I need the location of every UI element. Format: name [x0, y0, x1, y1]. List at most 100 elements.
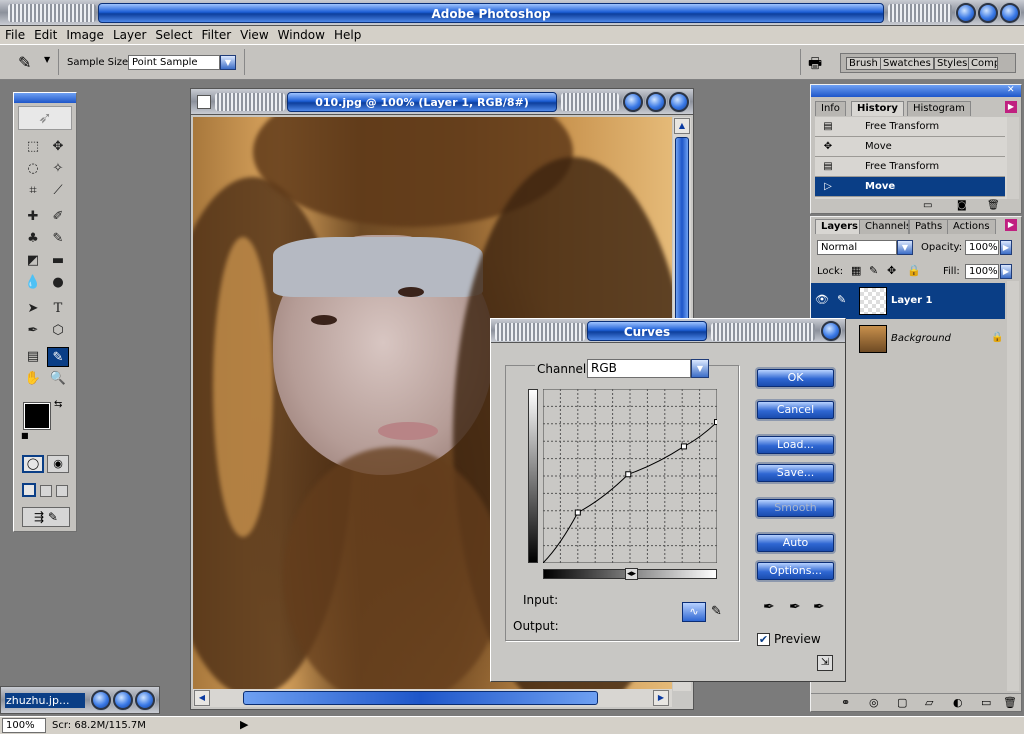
eyedropper-tool-active-icon[interactable]: ✎	[47, 347, 69, 367]
notes-tool-icon[interactable]: ▤	[22, 347, 44, 367]
lock-position-icon[interactable]: ✥	[887, 264, 896, 277]
pencil-mode-icon[interactable]: ✎	[711, 604, 722, 619]
lock-all-icon[interactable]: 🔒	[907, 264, 921, 277]
gray-point-eyedropper-icon[interactable]: ✒	[789, 599, 801, 615]
panel-menu-icon[interactable]: ▶	[1005, 101, 1017, 113]
ok-button[interactable]: OK	[757, 369, 834, 387]
blend-mode-dropdown-icon[interactable]: ▼	[897, 240, 913, 255]
curve-mode-icon[interactable]: ∿	[682, 602, 706, 622]
menu-file[interactable]: File	[0, 26, 29, 42]
options-button[interactable]: Options...	[757, 562, 834, 580]
minimize-button[interactable]	[956, 3, 976, 23]
zoom-tool-icon[interactable]: 🔍	[47, 369, 69, 389]
eyedropper-tool-icon[interactable]: ✎	[18, 53, 31, 72]
brush-tool-icon[interactable]: ✐	[47, 207, 69, 227]
swap-colors-icon[interactable]: ⇆	[54, 399, 62, 410]
opacity-slider-icon[interactable]: ▶	[1000, 240, 1012, 255]
tab-history[interactable]: History	[851, 101, 904, 116]
new-layer-icon[interactable]: ▭	[981, 696, 991, 709]
curves-graph[interactable]	[543, 389, 717, 563]
tab-info[interactable]: Info	[815, 101, 846, 116]
history-brush-icon[interactable]: ✎	[47, 229, 69, 249]
hand-tool-icon[interactable]: ✋	[22, 369, 44, 389]
lasso-tool-icon[interactable]: ◌	[22, 159, 44, 179]
tab-channels[interactable]: Channels	[859, 219, 909, 234]
pen-tool-icon[interactable]: ✒	[22, 321, 44, 341]
layers-menu-icon[interactable]: ▶	[1005, 219, 1017, 231]
min-doc-close-button[interactable]	[135, 690, 155, 710]
scroll-up-icon[interactable]: ▲	[674, 118, 690, 134]
file-browser-icon[interactable]: 🖶	[808, 53, 822, 78]
layer-style-icon[interactable]: ◎	[869, 696, 879, 709]
healing-brush-icon[interactable]: ✚	[22, 207, 44, 227]
screen-mode-full-button[interactable]	[56, 485, 68, 497]
expand-graph-icon[interactable]: ⇲	[817, 655, 833, 671]
new-group-icon[interactable]: ▱	[925, 696, 933, 709]
auto-button[interactable]: Auto	[757, 534, 834, 552]
layer-row-selected[interactable]: 👁 ✎ Layer 1	[811, 283, 1005, 319]
feather-logo-icon[interactable]: ➶	[18, 106, 72, 130]
scroll-left-icon[interactable]: ◀	[194, 690, 210, 706]
tab-histogram[interactable]: Histogram	[907, 101, 971, 116]
foreground-color-swatch[interactable]	[23, 402, 51, 430]
move-tool-icon[interactable]: ✥	[47, 137, 69, 157]
black-point-eyedropper-icon[interactable]: ✒	[763, 599, 775, 615]
min-doc-restore-button[interactable]	[91, 690, 111, 710]
smooth-button[interactable]: Smooth	[757, 499, 834, 517]
fill-field[interactable]: 100%	[965, 264, 999, 279]
layers-scrollbar[interactable]	[1007, 281, 1019, 691]
status-menu-icon[interactable]: ▶	[240, 718, 248, 731]
menu-filter[interactable]: Filter	[196, 26, 235, 42]
history-scrollbar[interactable]	[1007, 117, 1019, 199]
magic-wand-icon[interactable]: ✧	[47, 159, 69, 179]
doc-maximize-button[interactable]	[646, 92, 666, 112]
save-button[interactable]: Save...	[757, 464, 834, 482]
default-colors-icon[interactable]: ■	[21, 431, 29, 440]
fill-slider-icon[interactable]: ▶	[1000, 264, 1012, 279]
path-select-icon[interactable]: ➤	[22, 299, 44, 319]
new-document-from-state-icon[interactable]: ▭	[923, 200, 932, 211]
shape-tool-icon[interactable]: ⬡	[47, 321, 69, 341]
lock-transparent-icon[interactable]: ▦	[851, 264, 861, 277]
curve-control-point[interactable]	[680, 443, 687, 450]
clone-stamp-icon[interactable]: ♣	[22, 229, 44, 249]
maximize-button[interactable]	[978, 3, 998, 23]
menu-layer[interactable]: Layer	[108, 26, 150, 42]
palette-well-comps[interactable]: Comps	[968, 57, 998, 70]
history-item[interactable]: ✥ Move	[815, 137, 1005, 157]
delete-layer-icon[interactable]: 🗑	[1003, 696, 1017, 709]
load-button[interactable]: Load...	[757, 436, 834, 454]
history-item[interactable]: ▤ Free Transform	[815, 117, 1005, 137]
menu-help[interactable]: Help	[329, 26, 365, 42]
visibility-eye-icon[interactable]: 👁	[815, 293, 829, 306]
blur-tool-icon[interactable]: 💧	[22, 273, 44, 293]
crop-tool-icon[interactable]: ⌗	[22, 181, 44, 201]
marquee-tool-icon[interactable]: ⬚	[22, 137, 44, 157]
menu-select[interactable]: Select	[150, 26, 196, 42]
cancel-button[interactable]: Cancel	[757, 401, 834, 419]
doc-close-button[interactable]	[669, 92, 689, 112]
minimized-document[interactable]: zhuzhu.jp...	[0, 686, 160, 714]
sample-size-select[interactable]: Point Sample	[128, 55, 220, 70]
tab-paths[interactable]: Paths	[909, 219, 949, 234]
menu-window[interactable]: Window	[273, 26, 329, 42]
gradient-tool-icon[interactable]: ▬	[47, 251, 69, 271]
layer-mask-icon[interactable]: ▢	[897, 696, 907, 709]
jump-to-imageready-icon[interactable]: ⇶ ✎	[22, 507, 70, 527]
doc-minimize-button[interactable]	[623, 92, 643, 112]
panel-close-icon[interactable]: ✕	[1007, 85, 1015, 95]
tab-actions[interactable]: Actions	[947, 219, 996, 234]
menu-image[interactable]: Image	[61, 26, 108, 42]
preview-checkbox[interactable]: ✔	[757, 633, 770, 646]
delete-state-icon[interactable]: 🗑	[987, 200, 1000, 211]
menu-edit[interactable]: Edit	[29, 26, 61, 42]
lock-pixels-icon[interactable]: ✎	[869, 264, 878, 277]
palette-well-brush[interactable]: Brush	[846, 57, 881, 70]
curves-close-button[interactable]	[821, 321, 841, 341]
opacity-field[interactable]: 100%	[965, 240, 999, 255]
screen-mode-standard-button[interactable]	[22, 483, 36, 497]
blend-mode-select[interactable]: Normal	[817, 240, 897, 255]
min-doc-maximize-button[interactable]	[113, 690, 133, 710]
palette-well-styles[interactable]: Styles	[934, 57, 971, 70]
gradient-toggle-icon[interactable]: ◂▸	[625, 568, 639, 580]
